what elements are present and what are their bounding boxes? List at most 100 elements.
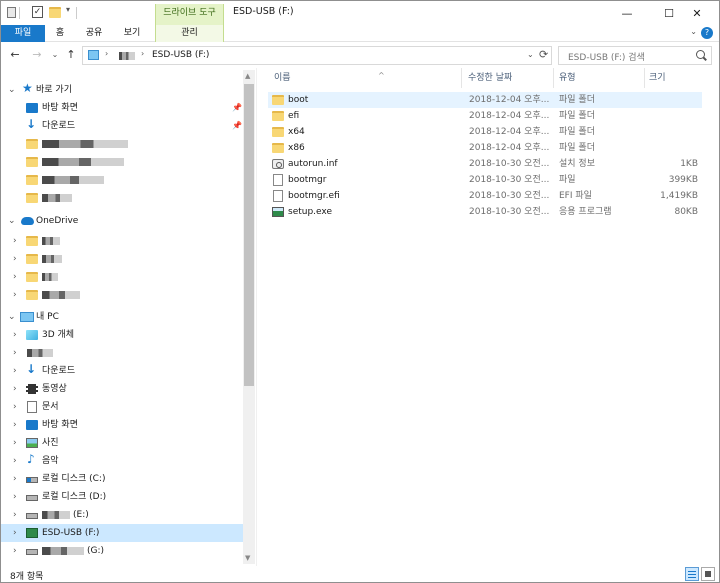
chevron-right-icon[interactable]: › bbox=[13, 250, 17, 268]
nav-3d-objects[interactable]: › 3D 개체 bbox=[1, 326, 243, 344]
chevron-right-icon[interactable]: › bbox=[13, 326, 17, 344]
tab-home[interactable]: 홈 bbox=[47, 25, 73, 42]
customize-toolbar-icon[interactable]: ▾ bbox=[66, 5, 70, 19]
pin-icon[interactable]: 📌 bbox=[232, 99, 242, 117]
tab-manage[interactable]: 관리 bbox=[155, 25, 224, 42]
nav-desktop-pinned[interactable]: 바탕 화면 📌 bbox=[1, 99, 243, 117]
file-row[interactable]: boot 2018-12-04 오후... 파일 폴더 bbox=[268, 92, 702, 108]
nav-downloads-pinned[interactable]: ↓ 다운로드 📌 bbox=[1, 117, 243, 135]
column-header-size[interactable]: 크기 bbox=[649, 68, 709, 88]
chevron-right-icon[interactable]: › bbox=[13, 286, 17, 304]
nav-redacted-folder[interactable] bbox=[1, 171, 243, 189]
expand-ribbon-icon[interactable]: ⌄ bbox=[690, 27, 697, 36]
file-row[interactable]: bootmgr 2018-10-30 오전... 파일 399KB bbox=[268, 172, 702, 188]
nav-drive-e[interactable]: › (E:) bbox=[1, 506, 243, 524]
tab-view[interactable]: 보기 bbox=[119, 25, 145, 42]
nav-videos[interactable]: › 동영상 bbox=[1, 380, 243, 398]
nav-drive-g[interactable]: › (G:) bbox=[1, 542, 243, 560]
app-icon[interactable] bbox=[7, 7, 16, 18]
scroll-up-icon[interactable]: ▲ bbox=[245, 72, 250, 80]
chevron-right-icon[interactable]: › bbox=[13, 524, 17, 542]
details-view-button[interactable] bbox=[685, 567, 699, 581]
up-button[interactable]: ↑ bbox=[63, 47, 79, 63]
tab-share[interactable]: 공유 bbox=[81, 25, 107, 42]
nav-onedrive-folder[interactable]: › bbox=[1, 286, 243, 304]
close-button[interactable]: ✕ bbox=[675, 1, 719, 25]
column-header-name[interactable]: 이름 ^ bbox=[274, 68, 464, 88]
column-divider[interactable] bbox=[553, 68, 554, 88]
column-header-date[interactable]: 수정한 날짜 bbox=[468, 68, 556, 88]
chevron-right-icon[interactable]: › bbox=[13, 542, 17, 560]
nav-onedrive-folder[interactable]: › bbox=[1, 268, 243, 286]
recent-locations-icon[interactable]: ⌄ bbox=[47, 47, 63, 63]
file-row[interactable]: autorun.inf 2018-10-30 오전... 설치 정보 1KB bbox=[268, 156, 702, 172]
properties-icon[interactable]: ✓ bbox=[32, 6, 43, 18]
column-header-type[interactable]: 유형 bbox=[559, 68, 647, 88]
nav-label: 동영상 bbox=[42, 384, 67, 394]
chevron-right-icon[interactable]: › bbox=[13, 380, 17, 398]
nav-quick-access[interactable]: ⌄ ★ 바로 가기 bbox=[1, 81, 243, 99]
chevron-right-icon[interactable]: › bbox=[13, 416, 17, 434]
address-history-icon[interactable]: ⌄ bbox=[527, 50, 534, 59]
chevron-right-icon[interactable]: › bbox=[13, 398, 17, 416]
scrollbar-thumb[interactable] bbox=[244, 84, 254, 386]
large-icons-view-button[interactable] bbox=[701, 567, 715, 581]
chevron-right-icon[interactable]: › bbox=[13, 506, 17, 524]
nav-redacted-folder[interactable] bbox=[1, 135, 243, 153]
chevron-right-icon[interactable]: › bbox=[13, 362, 17, 380]
scroll-down-icon[interactable]: ▼ bbox=[245, 554, 250, 562]
chevron-right-icon[interactable]: › bbox=[13, 268, 17, 286]
forward-button[interactable]: → bbox=[29, 47, 45, 63]
chevron-right-icon[interactable]: › bbox=[13, 452, 17, 470]
back-button[interactable]: ← bbox=[7, 47, 23, 63]
breadcrumb-separator[interactable]: › bbox=[141, 49, 144, 58]
search-input[interactable]: ESD-USB (F:) 검색 bbox=[558, 46, 712, 65]
nav-desktop[interactable]: › 바탕 화면 bbox=[1, 416, 243, 434]
refresh-icon[interactable]: ⟳ bbox=[539, 48, 548, 61]
column-divider[interactable] bbox=[461, 68, 462, 88]
chevron-right-icon[interactable]: › bbox=[13, 434, 17, 452]
chevron-right-icon[interactable]: › bbox=[13, 232, 17, 250]
nav-local-disk-c[interactable]: › 로컬 디스크 (C:) bbox=[1, 470, 243, 488]
chevron-right-icon[interactable]: › bbox=[13, 344, 17, 362]
nav-downloads[interactable]: › ↓ 다운로드 bbox=[1, 362, 243, 380]
chevron-down-icon[interactable]: ⌄ bbox=[8, 308, 16, 326]
nav-pictures[interactable]: › 사진 bbox=[1, 434, 243, 452]
file-date: 2018-12-04 오후... bbox=[469, 111, 550, 121]
chevron-down-icon[interactable]: ⌄ bbox=[8, 81, 16, 99]
navigation-pane: ⌄ ★ 바로 가기 바탕 화면 📌 ↓ 다운로드 📌 ⌄ OneDrive › … bbox=[1, 68, 257, 566]
chevron-down-icon[interactable]: ⌄ bbox=[8, 212, 16, 230]
nav-redacted-folder[interactable] bbox=[1, 189, 243, 207]
file-date: 2018-12-04 오후... bbox=[469, 143, 550, 153]
breadcrumb-drive[interactable]: ESD-USB (F:) bbox=[152, 50, 209, 60]
tab-file[interactable]: 파일 bbox=[1, 25, 45, 42]
help-icon[interactable]: ? bbox=[701, 27, 713, 39]
nav-onedrive[interactable]: ⌄ OneDrive bbox=[1, 212, 243, 230]
nav-local-disk-d[interactable]: › 로컬 디스크 (D:) bbox=[1, 488, 243, 506]
chevron-right-icon[interactable]: › bbox=[13, 488, 17, 506]
nav-music[interactable]: › ♪ 음악 bbox=[1, 452, 243, 470]
column-divider[interactable] bbox=[644, 68, 645, 88]
nav-redacted-folder[interactable] bbox=[1, 153, 243, 171]
chevron-right-icon[interactable]: › bbox=[13, 470, 17, 488]
file-date: 2018-10-30 오전... bbox=[469, 207, 550, 217]
nav-esd-usb[interactable]: › ESD-USB (F:) bbox=[1, 524, 243, 542]
nav-this-pc[interactable]: ⌄ 내 PC bbox=[1, 308, 243, 326]
file-row[interactable]: x86 2018-12-04 오후... 파일 폴더 bbox=[268, 140, 702, 156]
nav-onedrive-folder[interactable]: › bbox=[1, 232, 243, 250]
file-row[interactable]: bootmgr.efi 2018-10-30 오전... EFI 파일 1,41… bbox=[268, 188, 702, 204]
pin-icon[interactable]: 📌 bbox=[232, 117, 242, 135]
nav-documents[interactable]: › 문서 bbox=[1, 398, 243, 416]
breadcrumb-separator[interactable]: › bbox=[105, 49, 108, 58]
search-icon[interactable] bbox=[696, 50, 705, 59]
nav-scrollbar[interactable]: ▲ ▼ bbox=[243, 70, 255, 564]
file-row[interactable]: x64 2018-12-04 오후... 파일 폴더 bbox=[268, 124, 702, 140]
nav-redacted-item[interactable]: › bbox=[1, 344, 243, 362]
address-bar[interactable]: › › ESD-USB (F:) ⌄ ⟳ bbox=[82, 46, 552, 65]
new-folder-icon[interactable] bbox=[49, 7, 61, 18]
nav-onedrive-folder[interactable]: › bbox=[1, 250, 243, 268]
breadcrumb-redacted[interactable] bbox=[119, 52, 135, 60]
file-row[interactable]: setup.exe 2018-10-30 오전... 응용 프로그램 80KB bbox=[268, 204, 702, 220]
file-row[interactable]: efi 2018-12-04 오후... 파일 폴더 bbox=[268, 108, 702, 124]
minimize-button[interactable]: — bbox=[605, 1, 649, 25]
